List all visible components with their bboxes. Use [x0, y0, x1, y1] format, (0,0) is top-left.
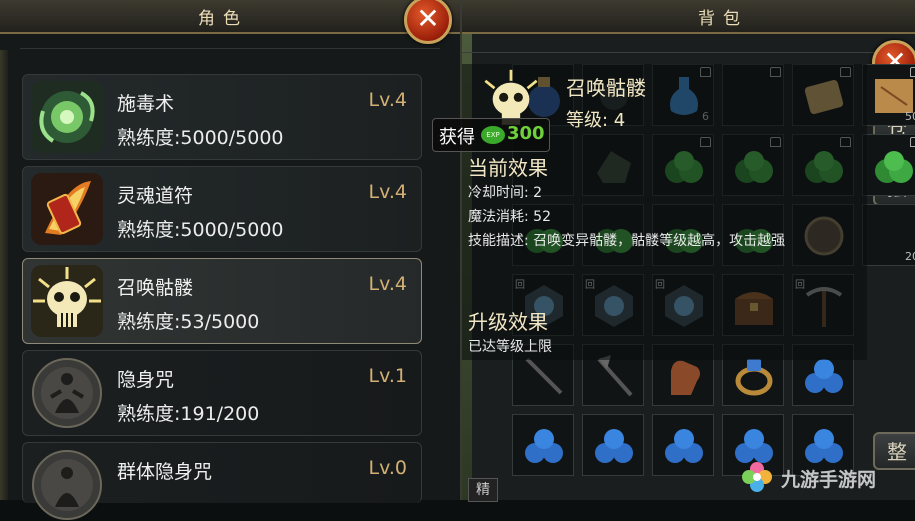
- skill-level: Lv.4: [368, 273, 407, 295]
- flower-logo-icon: [742, 462, 772, 492]
- green-pouch-icon: [875, 151, 913, 183]
- bag-slot[interactable]: [652, 414, 714, 476]
- bag-panel-title: 背包: [698, 9, 748, 29]
- skill-row-mass-stealth[interactable]: 群体隐身咒 Lv.0: [22, 442, 422, 520]
- character-panel: 角色 ✕ 施毒术 熟练度:5000/5000 Lv.4 灵魂道符 熟练度:500…: [0, 0, 462, 520]
- blue-potion-stack-icon: [665, 429, 703, 463]
- upgrade-effect-title: 升级效果: [468, 310, 548, 334]
- skill-proficiency: 熟练度:5000/5000: [117, 219, 284, 241]
- exp-badge-icon: EXP: [481, 126, 505, 144]
- site-watermark: 九游手游网: [735, 455, 915, 500]
- close-icon: ✕: [416, 2, 440, 35]
- skill-row-poison[interactable]: 施毒术 熟练度:5000/5000 Lv.4: [22, 74, 422, 160]
- tooltip-skill-name: 召唤骷髅: [566, 76, 646, 100]
- tooltip-skill-level: 等级: 4: [566, 110, 626, 131]
- character-titlebar: 角色: [0, 0, 460, 34]
- list-top-divider: [20, 48, 440, 61]
- bag-slot[interactable]: [862, 134, 915, 196]
- skill-level: Lv.0: [368, 457, 407, 479]
- skill-level: Lv.1: [368, 365, 407, 387]
- mana-cost-text: 魔法消耗: 52: [468, 209, 551, 225]
- bag-slot[interactable]: [512, 414, 574, 476]
- panel-left-edge: [0, 50, 8, 500]
- cooldown-text: 冷却时间: 2: [468, 185, 543, 201]
- skill-name: 群体隐身咒: [117, 461, 213, 483]
- skill-tooltip: 召唤骷髅 等级: 4 当前效果 冷却时间: 2 魔法消耗: 52 技能描述: 召…: [462, 64, 867, 360]
- skill-proficiency: 熟练度:191/200: [117, 403, 260, 425]
- soul-talisman-icon: [31, 173, 103, 245]
- mass-stealth-icon: [32, 450, 102, 520]
- skill-name: 灵魂道符: [117, 185, 194, 207]
- gain-value: 300: [507, 123, 545, 144]
- bag-slot[interactable]: 50: [862, 64, 915, 126]
- skill-level: Lv.4: [368, 89, 407, 111]
- skill-description-text: 技能描述: 召唤变异骷髅，骷髅等级越高，攻击越强: [468, 233, 786, 249]
- gain-label: 获得: [439, 127, 475, 148]
- skill-name: 施毒术: [117, 93, 175, 115]
- current-effect-title: 当前效果: [468, 156, 548, 180]
- bag-slot[interactable]: [582, 414, 644, 476]
- skill-name: 召唤骷髅: [117, 277, 194, 299]
- bag-tab[interactable]: 精: [468, 478, 498, 502]
- character-close-button[interactable]: ✕: [404, 0, 452, 44]
- skill-proficiency: 熟练度:53/5000: [117, 311, 260, 333]
- bag-titlebar: 背包: [462, 0, 915, 34]
- exp-gain-popup: 获得 EXP 300: [432, 118, 550, 152]
- watermark-text: 九游手游网: [781, 469, 877, 491]
- skill-row-summon-skeleton[interactable]: 召唤骷髅 熟练度:53/5000 Lv.4: [22, 258, 422, 344]
- bag-slot[interactable]: 20: [862, 204, 915, 266]
- skill-name: 隐身咒: [117, 369, 175, 391]
- skill-row-stealth[interactable]: 隐身咒 熟练度:191/200 Lv.1: [22, 350, 422, 436]
- poison-orb-icon: [31, 81, 103, 153]
- skill-proficiency: 熟练度:5000/5000: [117, 127, 284, 149]
- skill-level: Lv.4: [368, 181, 407, 203]
- bag-header-divider: [462, 40, 915, 53]
- character-panel-title: 角色: [198, 9, 248, 29]
- upgrade-effect-desc: 已达等级上限: [468, 339, 552, 355]
- blue-potion-stack-icon: [525, 429, 563, 463]
- skeleton-skull-icon: [31, 265, 103, 337]
- stack-count: 50: [905, 110, 915, 123]
- blue-potion-stack-icon: [595, 429, 633, 463]
- stack-count: 20: [905, 250, 915, 263]
- stealth-figure-icon: [32, 358, 102, 428]
- skill-row-soul-talisman[interactable]: 灵魂道符 熟练度:5000/5000 Lv.4: [22, 166, 422, 252]
